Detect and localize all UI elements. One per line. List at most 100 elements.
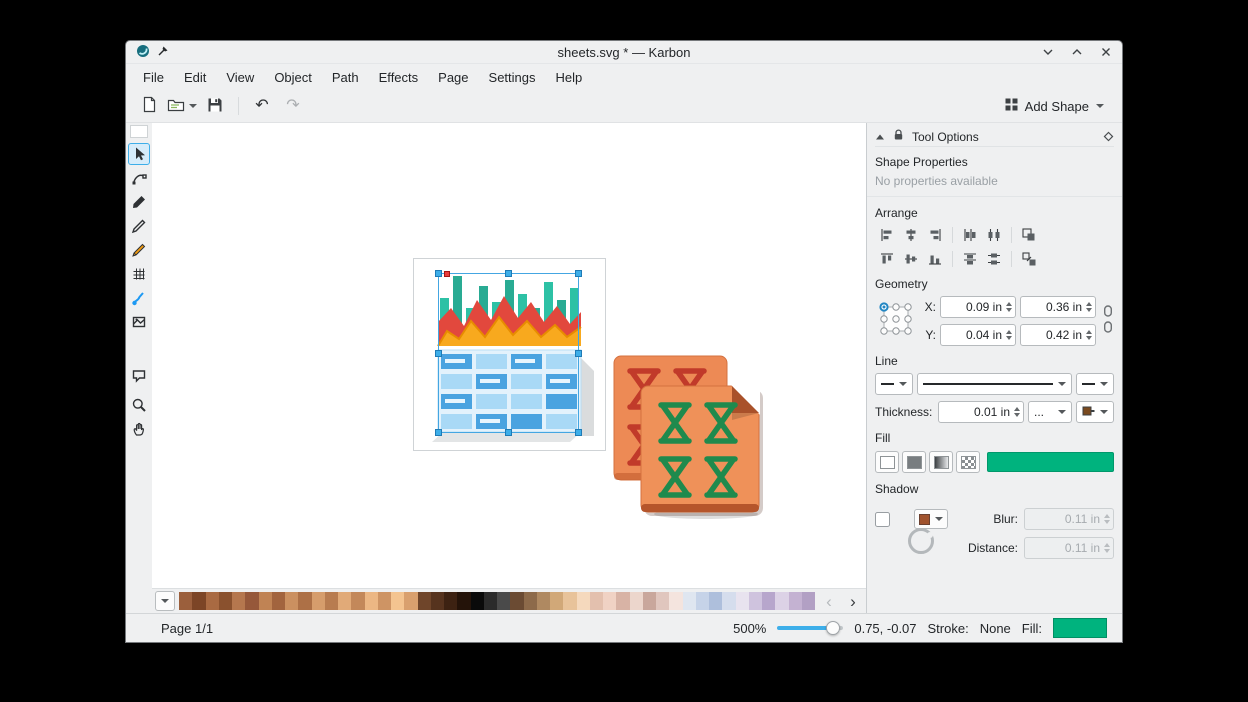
- selection-handle[interactable]: [435, 270, 442, 277]
- spinner-arrows[interactable]: [1014, 407, 1020, 418]
- freehand-tool[interactable]: [128, 215, 150, 237]
- select-tool[interactable]: [128, 143, 150, 165]
- line-style-select[interactable]: [917, 373, 1072, 395]
- pan-tool[interactable]: [128, 418, 150, 440]
- palette-swatch[interactable]: [696, 592, 709, 610]
- palette-swatch[interactable]: [298, 592, 311, 610]
- palette-swatch[interactable]: [232, 592, 245, 610]
- selection-handle[interactable]: [505, 429, 512, 436]
- align-vertical-bottom-button[interactable]: [923, 248, 947, 270]
- palette-swatch[interactable]: [285, 592, 298, 610]
- palette-swatch[interactable]: [590, 592, 603, 610]
- rotation-center-handle[interactable]: [444, 271, 450, 277]
- align-vertical-center-button[interactable]: [899, 248, 923, 270]
- spinner-arrows[interactable]: [1086, 330, 1092, 341]
- line-start-marker-select[interactable]: [875, 373, 913, 395]
- close-button[interactable]: [1100, 46, 1112, 58]
- fill-none-button[interactable]: [875, 451, 899, 473]
- distribute-vertical-bottom-button[interactable]: [982, 248, 1006, 270]
- open-dropdown-caret[interactable]: [189, 104, 197, 108]
- palette-swatch[interactable]: [325, 592, 338, 610]
- calligraphy-tool[interactable]: [128, 191, 150, 213]
- line-end-marker-select[interactable]: [1076, 373, 1114, 395]
- palette-swatch[interactable]: [365, 592, 378, 610]
- ungroup-objects-button[interactable]: [1017, 248, 1041, 270]
- add-shape-button[interactable]: Add Shape: [997, 94, 1112, 118]
- shadow-blur-field[interactable]: [1024, 508, 1114, 530]
- palette-swatch[interactable]: [312, 592, 325, 610]
- selection-box[interactable]: [438, 273, 579, 433]
- palette-swatch[interactable]: [762, 592, 775, 610]
- spinner-arrows[interactable]: [1086, 302, 1092, 313]
- menu-page[interactable]: Page: [429, 67, 477, 88]
- palette-swatch[interactable]: [484, 592, 497, 610]
- width-field[interactable]: [1020, 296, 1096, 318]
- minimize-button[interactable]: [1042, 46, 1054, 58]
- collapse-arrow-icon[interactable]: [875, 130, 885, 144]
- canvas[interactable]: [152, 123, 866, 588]
- palette-swatch[interactable]: [656, 592, 669, 610]
- document-stack-artwork[interactable]: [611, 353, 763, 519]
- fill-pattern-button[interactable]: [956, 451, 980, 473]
- palette-swatch[interactable]: [444, 592, 457, 610]
- distribute-horizontal-center-button[interactable]: [982, 224, 1006, 246]
- gradient-tool[interactable]: [128, 287, 150, 309]
- palette-swatch[interactable]: [418, 592, 431, 610]
- fill-color-bar[interactable]: [987, 452, 1114, 472]
- line-join-select[interactable]: ...: [1028, 401, 1072, 423]
- palette-swatch[interactable]: [722, 592, 735, 610]
- selection-handle[interactable]: [435, 350, 442, 357]
- zoom-slider[interactable]: [777, 619, 843, 637]
- undo-button[interactable]: ↶: [249, 93, 275, 119]
- palette-swatch[interactable]: [736, 592, 749, 610]
- open-document-button[interactable]: [167, 93, 197, 119]
- height-field[interactable]: [1020, 324, 1096, 346]
- shadow-color-select[interactable]: [914, 509, 948, 529]
- palette-swatch[interactable]: [749, 592, 762, 610]
- menu-view[interactable]: View: [217, 67, 263, 88]
- pencil-tool[interactable]: [128, 239, 150, 261]
- palette-swatch[interactable]: [550, 592, 563, 610]
- palette-swatch[interactable]: [431, 592, 444, 610]
- selection-handle[interactable]: [435, 429, 442, 436]
- zoom-slider-knob[interactable]: [826, 621, 840, 635]
- palette-swatch[interactable]: [378, 592, 391, 610]
- grid-tool[interactable]: [128, 263, 150, 285]
- menu-settings[interactable]: Settings: [480, 67, 545, 88]
- palette-swatch[interactable]: [683, 592, 696, 610]
- palette-swatch[interactable]: [577, 592, 590, 610]
- fill-solid-button[interactable]: [902, 451, 926, 473]
- palette-swatch[interactable]: [457, 592, 470, 610]
- y-position-field[interactable]: [940, 324, 1016, 346]
- pin-icon[interactable]: [157, 45, 169, 60]
- palette-swatch[interactable]: [391, 592, 404, 610]
- palette-swatch[interactable]: [775, 592, 788, 610]
- menu-path[interactable]: Path: [323, 67, 368, 88]
- selection-handle[interactable]: [505, 270, 512, 277]
- palette-prev-button[interactable]: ‹: [819, 591, 839, 611]
- palette-swatch[interactable]: [272, 592, 285, 610]
- shadow-angle-dial[interactable]: [908, 528, 934, 554]
- spinner-arrows[interactable]: [1006, 330, 1012, 341]
- path-edit-tool[interactable]: [128, 167, 150, 189]
- palette-swatch[interactable]: [245, 592, 258, 610]
- selection-handle[interactable]: [575, 350, 582, 357]
- palette-next-button[interactable]: ›: [843, 591, 863, 611]
- menu-object[interactable]: Object: [265, 67, 321, 88]
- shadow-distance-field[interactable]: [1024, 537, 1114, 559]
- palette-swatch[interactable]: [206, 592, 219, 610]
- new-document-button[interactable]: [136, 93, 162, 119]
- align-horizontal-center-button[interactable]: [899, 224, 923, 246]
- palette-swatch[interactable]: [259, 592, 272, 610]
- text-tool[interactable]: [128, 365, 150, 387]
- palette-swatch[interactable]: [709, 592, 722, 610]
- palette-swatch[interactable]: [630, 592, 643, 610]
- align-horizontal-left-button[interactable]: [875, 224, 899, 246]
- distribute-vertical-top-button[interactable]: [958, 248, 982, 270]
- redo-button[interactable]: ↷: [280, 93, 306, 119]
- x-position-field[interactable]: [940, 296, 1016, 318]
- position-anchor-selector[interactable]: [875, 296, 917, 342]
- zoom-tool[interactable]: [128, 394, 150, 416]
- palette-expand-button[interactable]: [155, 591, 175, 611]
- palette-swatch[interactable]: [351, 592, 364, 610]
